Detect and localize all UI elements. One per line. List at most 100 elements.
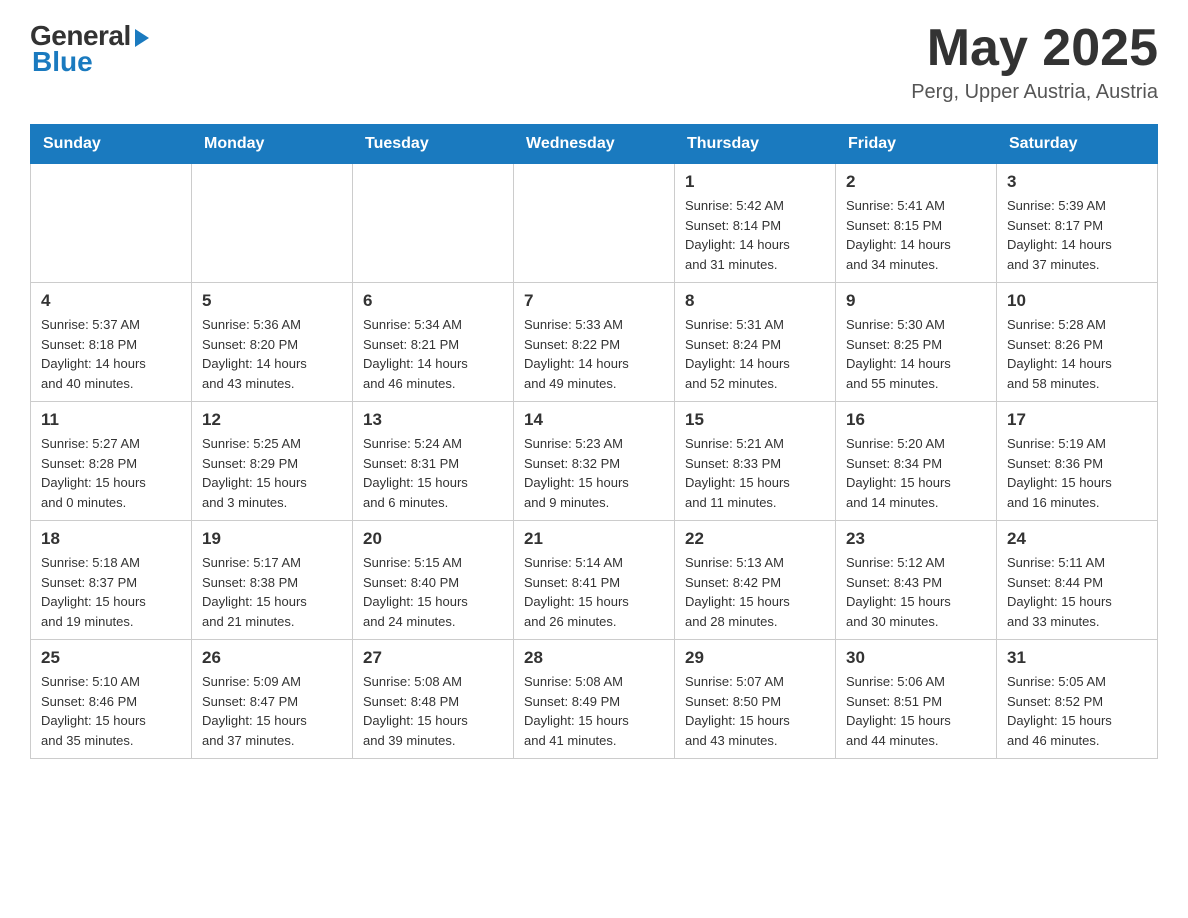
calendar-header-thursday: Thursday bbox=[675, 125, 836, 164]
month-title: May 2025 bbox=[911, 20, 1158, 77]
calendar-cell: 4 Sunrise: 5:37 AMSunset: 8:18 PMDaylight… bbox=[31, 283, 192, 402]
day-number: 15 bbox=[685, 410, 825, 430]
day-number: 7 bbox=[524, 291, 664, 311]
day-info: Sunrise: 5:30 AMSunset: 8:25 PMDaylight:… bbox=[846, 315, 986, 393]
calendar-cell: 31Sunrise: 5:05 AMSunset: 8:52 PMDayligh… bbox=[997, 640, 1158, 759]
calendar-cell: 14 Sunrise: 5:23 AMSunset: 8:32 PMDayligh… bbox=[514, 402, 675, 521]
day-number: 14 bbox=[524, 410, 664, 430]
calendar-header-wednesday: Wednesday bbox=[514, 125, 675, 164]
calendar-cell: 18 Sunrise: 5:18 AMSunset: 8:37 PMDayligh… bbox=[31, 521, 192, 640]
day-info: Sunrise: 5:23 AMSunset: 8:32 PMDaylight:… bbox=[524, 434, 664, 512]
calendar-cell: 10 Sunrise: 5:28 AMSunset: 8:26 PMDayligh… bbox=[997, 283, 1158, 402]
calendar-cell: 1 Sunrise: 5:42 AMSunset: 8:14 PMDaylight… bbox=[675, 164, 836, 283]
day-info: Sunrise: 5:31 AMSunset: 8:24 PMDaylight:… bbox=[685, 315, 825, 393]
logo-arrow-icon bbox=[135, 29, 149, 47]
day-number: 28 bbox=[524, 648, 664, 668]
day-info: Sunrise: 5:33 AMSunset: 8:22 PMDaylight:… bbox=[524, 315, 664, 393]
calendar-cell: 16 Sunrise: 5:20 AMSunset: 8:34 PMDayligh… bbox=[836, 402, 997, 521]
day-info: Sunrise: 5:27 AMSunset: 8:28 PMDaylight:… bbox=[41, 434, 181, 512]
day-number: 9 bbox=[846, 291, 986, 311]
logo: General Blue bbox=[30, 20, 149, 78]
calendar-cell: 15 Sunrise: 5:21 AMSunset: 8:33 PMDayligh… bbox=[675, 402, 836, 521]
day-number: 4 bbox=[41, 291, 181, 311]
calendar-cell bbox=[353, 164, 514, 283]
calendar-cell: 7 Sunrise: 5:33 AMSunset: 8:22 PMDaylight… bbox=[514, 283, 675, 402]
day-info: Sunrise: 5:06 AMSunset: 8:51 PMDaylight:… bbox=[846, 672, 986, 750]
day-info: Sunrise: 5:07 AMSunset: 8:50 PMDaylight:… bbox=[685, 672, 825, 750]
calendar-week-row: 25 Sunrise: 5:10 AMSunset: 8:46 PMDayligh… bbox=[31, 640, 1158, 759]
calendar-cell: 17 Sunrise: 5:19 AMSunset: 8:36 PMDayligh… bbox=[997, 402, 1158, 521]
calendar-cell: 30 Sunrise: 5:06 AMSunset: 8:51 PMDayligh… bbox=[836, 640, 997, 759]
title-section: May 2025 Perg, Upper Austria, Austria bbox=[911, 20, 1158, 104]
calendar-cell bbox=[514, 164, 675, 283]
day-info: Sunrise: 5:42 AMSunset: 8:14 PMDaylight:… bbox=[685, 196, 825, 274]
day-info: Sunrise: 5:34 AMSunset: 8:21 PMDaylight:… bbox=[363, 315, 503, 393]
calendar-cell: 22Sunrise: 5:13 AMSunset: 8:42 PMDayligh… bbox=[675, 521, 836, 640]
day-number: 23 bbox=[846, 529, 986, 549]
day-number: 27 bbox=[363, 648, 503, 668]
calendar-cell: 27 Sunrise: 5:08 AMSunset: 8:48 PMDayligh… bbox=[353, 640, 514, 759]
day-number: 10 bbox=[1007, 291, 1147, 311]
day-info: Sunrise: 5:20 AMSunset: 8:34 PMDaylight:… bbox=[846, 434, 986, 512]
day-number: 31 bbox=[1007, 648, 1147, 668]
day-info: Sunrise: 5:08 AMSunset: 8:48 PMDaylight:… bbox=[363, 672, 503, 750]
calendar-cell: 29Sunrise: 5:07 AMSunset: 8:50 PMDayligh… bbox=[675, 640, 836, 759]
calendar-header-sunday: Sunday bbox=[31, 125, 192, 164]
day-number: 6 bbox=[363, 291, 503, 311]
day-number: 11 bbox=[41, 410, 181, 430]
calendar-week-row: 18 Sunrise: 5:18 AMSunset: 8:37 PMDayligh… bbox=[31, 521, 1158, 640]
calendar-cell: 25 Sunrise: 5:10 AMSunset: 8:46 PMDayligh… bbox=[31, 640, 192, 759]
day-number: 30 bbox=[846, 648, 986, 668]
calendar-cell: 6 Sunrise: 5:34 AMSunset: 8:21 PMDaylight… bbox=[353, 283, 514, 402]
day-number: 1 bbox=[685, 172, 825, 192]
day-info: Sunrise: 5:08 AMSunset: 8:49 PMDaylight:… bbox=[524, 672, 664, 750]
calendar-cell: 24Sunrise: 5:11 AMSunset: 8:44 PMDayligh… bbox=[997, 521, 1158, 640]
calendar-week-row: 1 Sunrise: 5:42 AMSunset: 8:14 PMDaylight… bbox=[31, 164, 1158, 283]
calendar-cell: 3Sunrise: 5:39 AMSunset: 8:17 PMDaylight… bbox=[997, 164, 1158, 283]
day-number: 13 bbox=[363, 410, 503, 430]
calendar-cell: 26Sunrise: 5:09 AMSunset: 8:47 PMDayligh… bbox=[192, 640, 353, 759]
calendar-cell: 19Sunrise: 5:17 AMSunset: 8:38 PMDayligh… bbox=[192, 521, 353, 640]
calendar-week-row: 11 Sunrise: 5:27 AMSunset: 8:28 PMDayligh… bbox=[31, 402, 1158, 521]
calendar-cell: 21Sunrise: 5:14 AMSunset: 8:41 PMDayligh… bbox=[514, 521, 675, 640]
day-number: 16 bbox=[846, 410, 986, 430]
day-info: Sunrise: 5:19 AMSunset: 8:36 PMDaylight:… bbox=[1007, 434, 1147, 512]
day-info: Sunrise: 5:37 AMSunset: 8:18 PMDaylight:… bbox=[41, 315, 181, 393]
calendar-cell: 12Sunrise: 5:25 AMSunset: 8:29 PMDayligh… bbox=[192, 402, 353, 521]
day-number: 18 bbox=[41, 529, 181, 549]
day-number: 3 bbox=[1007, 172, 1147, 192]
calendar-cell bbox=[192, 164, 353, 283]
day-info: Sunrise: 5:15 AMSunset: 8:40 PMDaylight:… bbox=[363, 553, 503, 631]
day-info: Sunrise: 5:14 AMSunset: 8:41 PMDaylight:… bbox=[524, 553, 664, 631]
day-number: 25 bbox=[41, 648, 181, 668]
day-number: 24 bbox=[1007, 529, 1147, 549]
calendar-header-monday: Monday bbox=[192, 125, 353, 164]
day-info: Sunrise: 5:09 AMSunset: 8:47 PMDaylight:… bbox=[202, 672, 342, 750]
day-number: 17 bbox=[1007, 410, 1147, 430]
day-number: 8 bbox=[685, 291, 825, 311]
day-info: Sunrise: 5:13 AMSunset: 8:42 PMDaylight:… bbox=[685, 553, 825, 631]
calendar-cell: 13 Sunrise: 5:24 AMSunset: 8:31 PMDayligh… bbox=[353, 402, 514, 521]
day-info: Sunrise: 5:10 AMSunset: 8:46 PMDaylight:… bbox=[41, 672, 181, 750]
calendar-cell: 2Sunrise: 5:41 AMSunset: 8:15 PMDaylight… bbox=[836, 164, 997, 283]
day-number: 5 bbox=[202, 291, 342, 311]
day-info: Sunrise: 5:18 AMSunset: 8:37 PMDaylight:… bbox=[41, 553, 181, 631]
day-number: 20 bbox=[363, 529, 503, 549]
calendar-cell bbox=[31, 164, 192, 283]
day-info: Sunrise: 5:25 AMSunset: 8:29 PMDaylight:… bbox=[202, 434, 342, 512]
calendar-week-row: 4 Sunrise: 5:37 AMSunset: 8:18 PMDaylight… bbox=[31, 283, 1158, 402]
calendar-cell: 23Sunrise: 5:12 AMSunset: 8:43 PMDayligh… bbox=[836, 521, 997, 640]
calendar-cell: 28 Sunrise: 5:08 AMSunset: 8:49 PMDayligh… bbox=[514, 640, 675, 759]
day-number: 19 bbox=[202, 529, 342, 549]
page-header: General Blue May 2025 Perg, Upper Austri… bbox=[30, 20, 1158, 104]
day-number: 2 bbox=[846, 172, 986, 192]
calendar-cell: 5Sunrise: 5:36 AMSunset: 8:20 PMDaylight… bbox=[192, 283, 353, 402]
calendar-cell: 9 Sunrise: 5:30 AMSunset: 8:25 PMDaylight… bbox=[836, 283, 997, 402]
calendar-cell: 20 Sunrise: 5:15 AMSunset: 8:40 PMDayligh… bbox=[353, 521, 514, 640]
day-info: Sunrise: 5:21 AMSunset: 8:33 PMDaylight:… bbox=[685, 434, 825, 512]
location-text: Perg, Upper Austria, Austria bbox=[911, 81, 1158, 104]
calendar-header-tuesday: Tuesday bbox=[353, 125, 514, 164]
day-info: Sunrise: 5:24 AMSunset: 8:31 PMDaylight:… bbox=[363, 434, 503, 512]
calendar-cell: 11 Sunrise: 5:27 AMSunset: 8:28 PMDayligh… bbox=[31, 402, 192, 521]
day-info: Sunrise: 5:28 AMSunset: 8:26 PMDaylight:… bbox=[1007, 315, 1147, 393]
